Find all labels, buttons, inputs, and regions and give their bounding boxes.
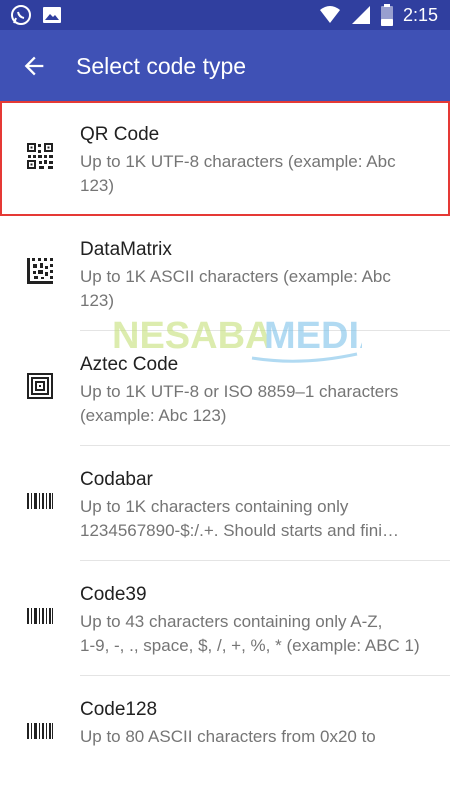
list-item-datamatrix[interactable]: DataMatrix Up to 1K ASCII characters (ex… [0,216,450,331]
image-icon [43,7,61,23]
list-item-description: Up to 80 ASCII characters from 0x20 to [80,727,376,746]
whatsapp-icon [11,5,31,25]
list-item-codabar[interactable]: Codabar Up to 1K characters containing o… [0,446,450,561]
barcode-icon [27,723,53,739]
list-item-title: Code39 [80,584,147,605]
list-item-title: Aztec Code [80,354,179,375]
list-item-description: Up to 1K ASCII characters (example: Abc … [80,267,391,310]
app-bar: Select code type [0,30,450,101]
list-item-title: QR Code [80,124,160,145]
list-item-description: Up to 1K UTF-8 or ISO 8859–1 characters … [80,382,399,425]
wifi-icon [319,6,340,23]
status-bar: 2:15 [0,0,450,30]
status-time: 2:15 [402,5,438,25]
list-item-description: Up to 1K UTF-8 characters (example: Abc … [80,152,396,195]
qr-code-icon [27,143,53,169]
list-item-description: Up to 43 characters containing only A-Z,… [80,612,420,655]
list-item-code39[interactable]: Code39 Up to 43 characters containing on… [0,561,450,676]
list-item-code128[interactable]: Code128 Up to 80 ASCII characters from 0… [0,676,450,791]
battery-icon [380,4,393,26]
code-type-list: QR Code Up to 1K UTF-8 characters (examp… [0,101,450,791]
barcode-icon [27,493,53,509]
arrow-back-icon[interactable] [20,52,48,80]
datamatrix-icon [27,258,53,284]
list-item-title: DataMatrix [80,239,172,260]
list-item-description: Up to 1K characters containing only 1234… [80,497,399,540]
page-title: Select code type [76,53,247,79]
list-item-title: Codabar [80,469,153,490]
signal-icon [351,6,370,24]
list-item-qr-code[interactable]: QR Code Up to 1K UTF-8 characters (examp… [0,101,450,216]
aztec-code-icon [27,373,53,399]
list-item-title: Code128 [80,699,158,720]
list-item-aztec-code[interactable]: Aztec Code Up to 1K UTF-8 or ISO 8859–1 … [0,331,450,446]
barcode-icon [27,608,53,624]
